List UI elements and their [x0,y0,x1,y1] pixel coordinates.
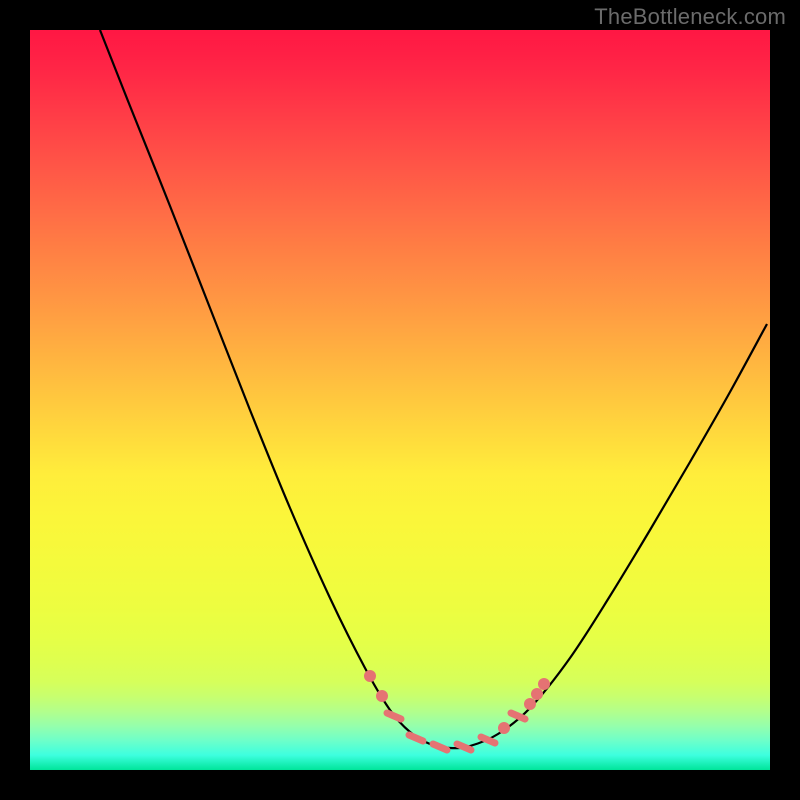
watermark-text: TheBottleneck.com [594,4,786,30]
curve-marker-dot [498,722,510,734]
bottleneck-curve [100,30,767,748]
curve-marker-dot [524,698,536,710]
chart-frame: TheBottleneck.com [0,0,800,800]
curve-marker-dot [538,678,550,690]
curve-layer [30,30,770,770]
curve-marker-dash [387,713,401,719]
plot-area [30,30,770,770]
curve-marker-dash [457,744,471,750]
curve-marker-dot [364,670,376,682]
curve-marker-dash [409,735,423,741]
curve-marker-dot [376,690,388,702]
curve-marker-dash [433,744,447,750]
curve-markers [364,670,550,750]
curve-marker-dot [531,688,543,700]
